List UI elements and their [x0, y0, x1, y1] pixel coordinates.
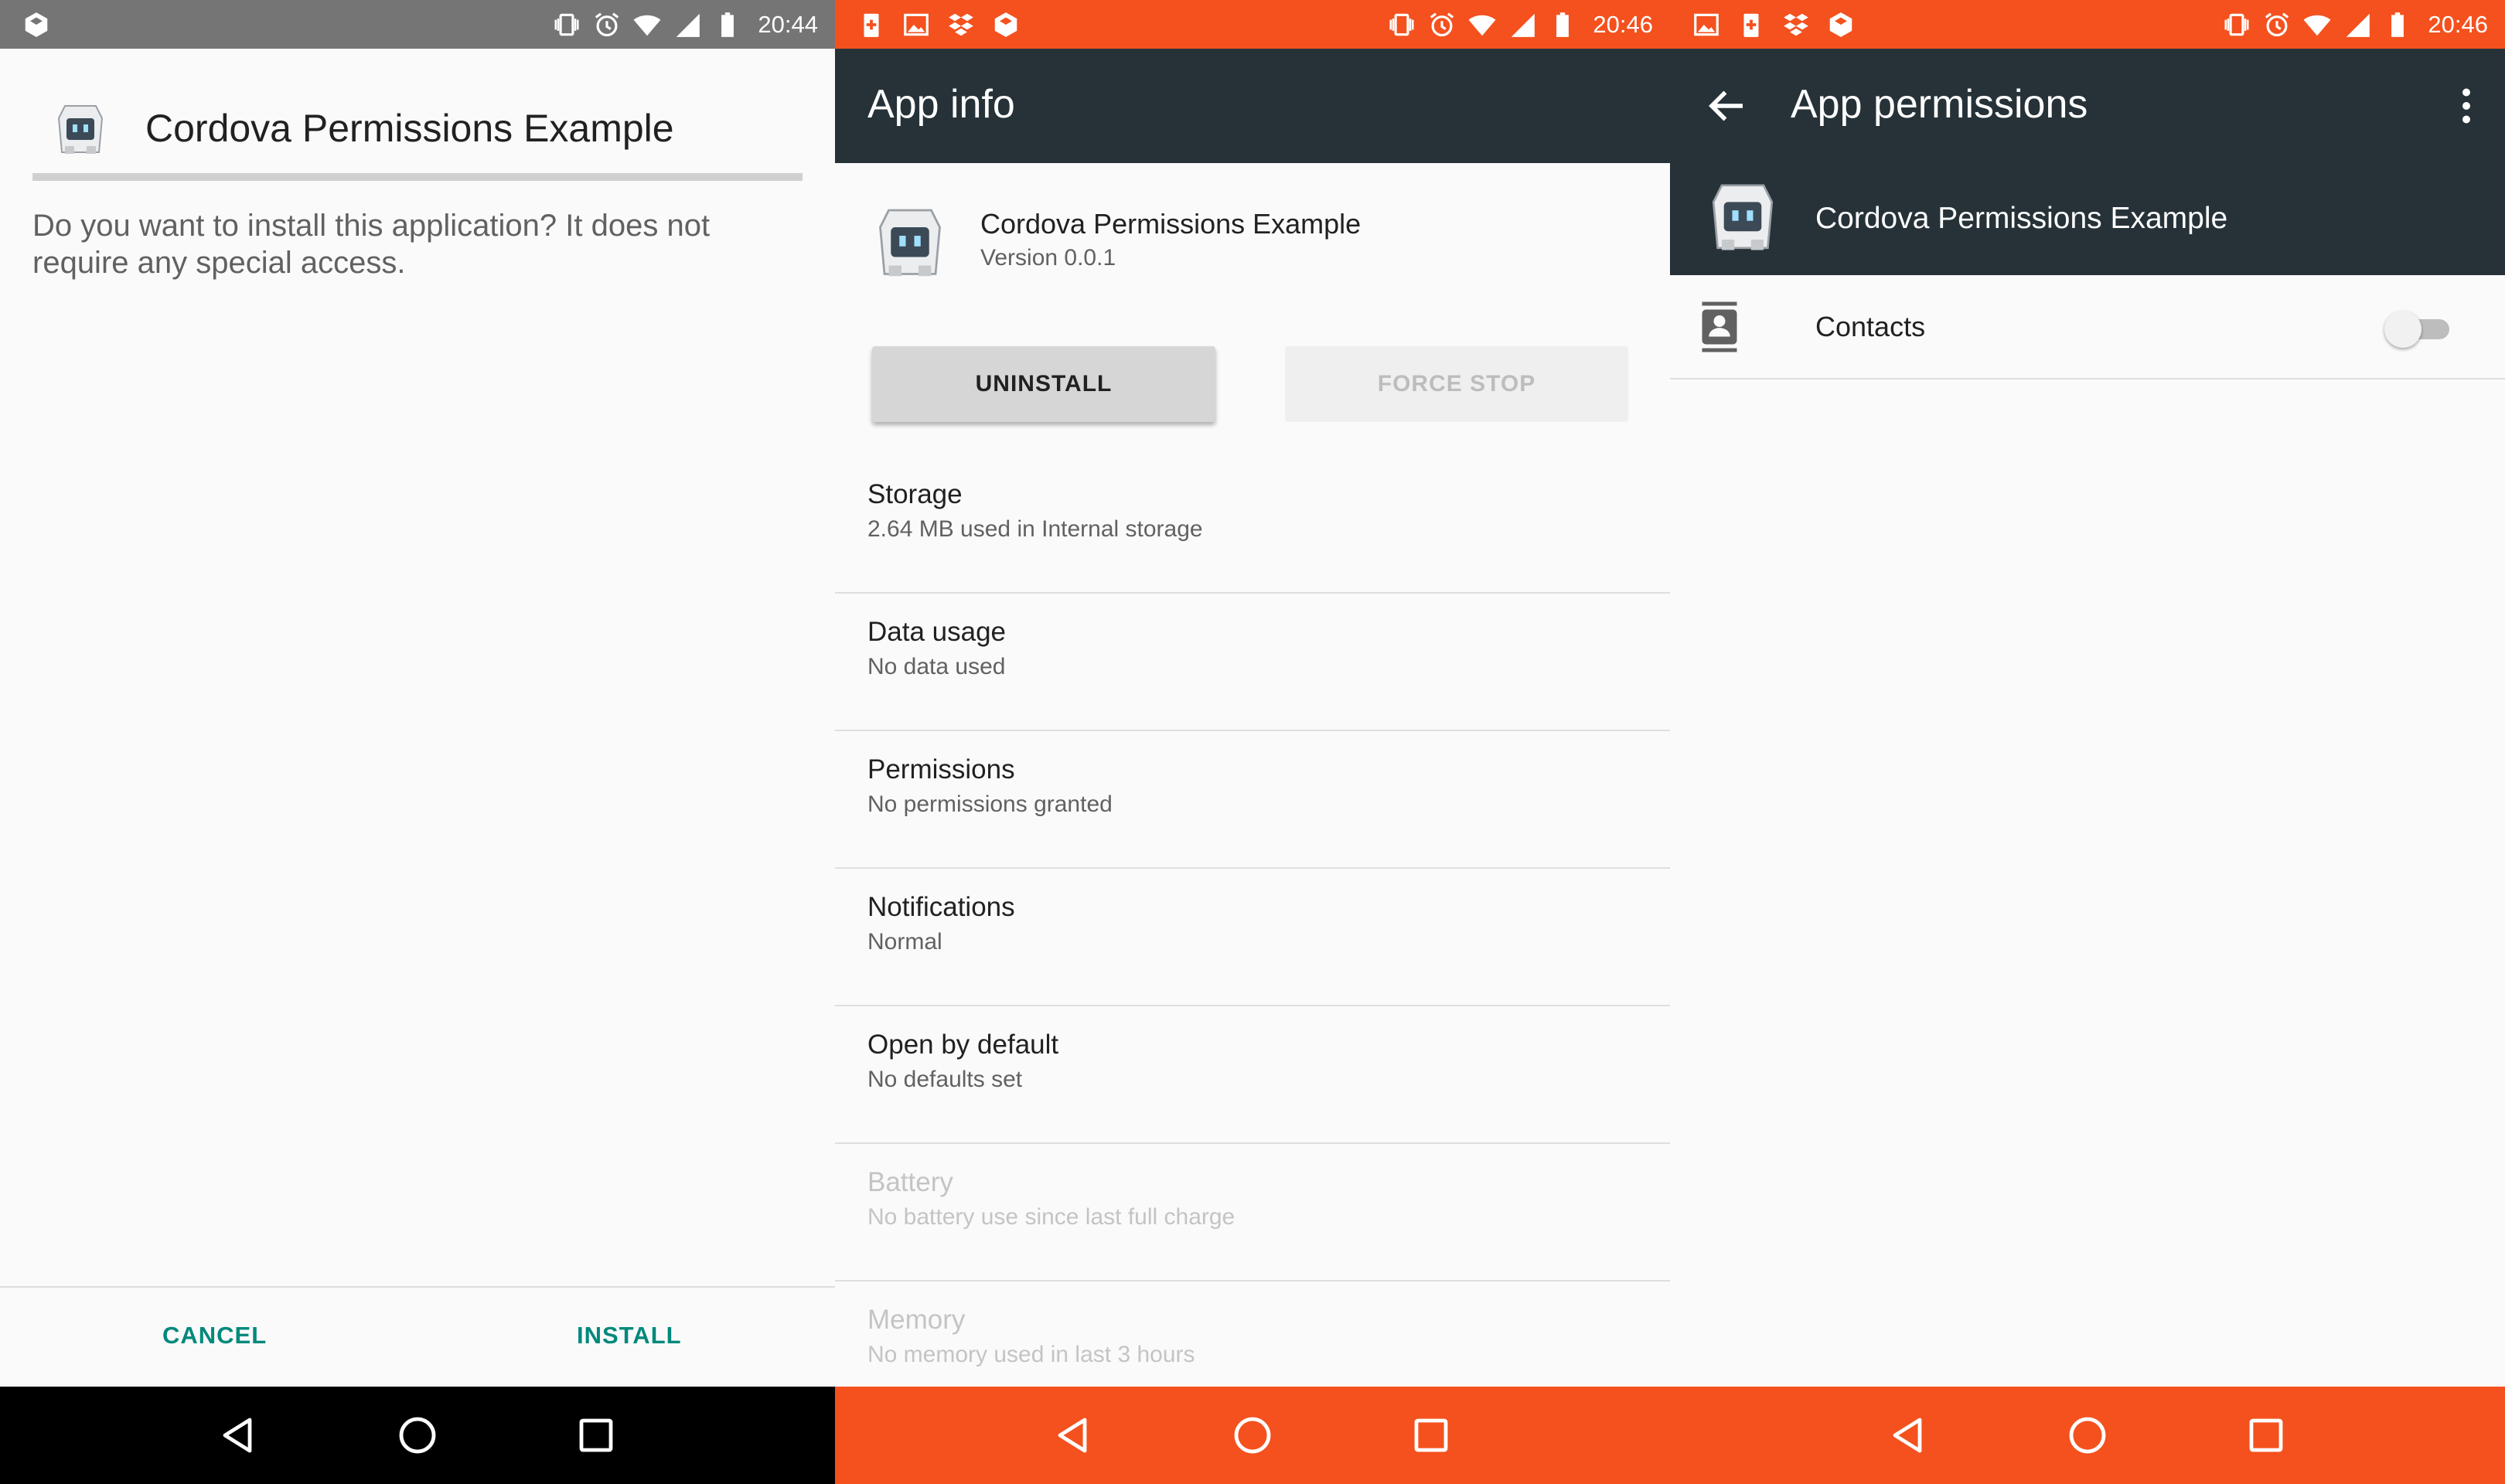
install-message: Do you want to install this application?… — [32, 209, 711, 280]
toolbar: App info — [835, 49, 1670, 163]
navigation-bar — [1670, 1387, 2505, 1484]
app-version: Version 0.0.1 — [980, 245, 1116, 271]
wifi-icon — [2304, 15, 2331, 36]
info-item-subtitle: Normal — [867, 929, 942, 955]
status-time: 20:44 — [758, 10, 818, 38]
status-time: 20:46 — [2428, 10, 2488, 38]
toggle-thumb — [2384, 311, 2422, 348]
cell-signal-icon — [2347, 13, 2370, 37]
app-info-screen: 20:46 App info Cordova Permissions Examp… — [835, 0, 1670, 1484]
info-item-data-usage[interactable]: Data usage No data used — [835, 594, 1670, 731]
cordova-app-icon — [879, 209, 941, 277]
cell-signal-icon — [677, 13, 700, 37]
app-name: Cordova Permissions Example — [980, 208, 1362, 240]
battery-plus-icon — [864, 13, 879, 37]
info-item-permissions[interactable]: Permissions No permissions granted — [835, 731, 1670, 869]
cordova-app-icon — [57, 105, 104, 154]
status-bar: 20:46 — [835, 0, 1670, 49]
info-item-subtitle: No memory used in last 3 hours — [867, 1342, 1195, 1367]
app-name: Cordova Permissions Example — [1815, 202, 2228, 235]
info-item-title: Notifications — [867, 892, 1015, 922]
recents-nav-icon[interactable] — [574, 1414, 618, 1457]
alarm-icon — [1430, 12, 1454, 36]
back-nav-icon[interactable] — [217, 1414, 261, 1457]
info-item-notifications[interactable]: Notifications Normal — [835, 869, 1670, 1006]
uninstall-button[interactable]: UNINSTALL — [872, 346, 1215, 422]
recents-nav-icon[interactable] — [1409, 1414, 1453, 1457]
wifi-icon — [1469, 15, 1496, 36]
info-item-subtitle: No data used — [867, 654, 1006, 679]
toolbar-title: App permissions — [1791, 82, 2088, 127]
status-bar: 20:44 — [0, 0, 835, 49]
footer-divider — [0, 1286, 835, 1288]
cancel-button[interactable]: CANCEL — [162, 1322, 267, 1350]
back-nav-icon[interactable] — [1887, 1414, 1931, 1457]
header-divider — [32, 173, 803, 181]
info-item-subtitle: No defaults set — [867, 1067, 1023, 1092]
back-nav-icon[interactable] — [1052, 1414, 1096, 1457]
divider — [1670, 378, 2505, 380]
info-item-title: Memory — [867, 1305, 966, 1335]
battery-icon — [1556, 12, 1569, 37]
dropbox-icon — [949, 13, 973, 36]
toolbar-title: App info — [867, 82, 1015, 127]
app-notification-icon — [1829, 12, 1852, 37]
installer-header: Cordova Permissions Example — [32, 89, 803, 174]
recents-nav-icon[interactable] — [2244, 1414, 2288, 1457]
info-item-title: Open by default — [867, 1030, 1059, 1060]
vibrate-icon — [554, 13, 579, 36]
wifi-icon — [634, 15, 661, 36]
info-item-title: Storage — [867, 479, 963, 509]
dropbox-icon — [1784, 13, 1808, 36]
back-arrow-icon[interactable] — [1704, 83, 1750, 129]
install-button[interactable]: INSTALL — [577, 1322, 682, 1350]
battery-icon — [721, 12, 734, 37]
app-notification-icon — [25, 12, 48, 37]
home-nav-icon[interactable] — [1231, 1414, 1274, 1457]
alarm-icon — [2265, 12, 2289, 36]
toolbar: App permissions — [1670, 49, 2505, 163]
info-item-subtitle: 2.64 MB used in Internal storage — [867, 516, 1203, 542]
permission-row-contacts[interactable]: Contacts — [1670, 275, 2505, 379]
vibrate-icon — [1389, 13, 1414, 36]
installer-screen: 20:44 Cordova Permissions Example Do you… — [0, 0, 835, 1484]
home-nav-icon[interactable] — [396, 1414, 439, 1457]
info-item-storage[interactable]: Storage 2.64 MB used in Internal storage — [835, 456, 1670, 594]
permission-label: Contacts — [1815, 311, 1926, 342]
status-bar: 20:46 — [1670, 0, 2505, 49]
contacts-toggle[interactable] — [2384, 311, 2449, 348]
info-item-title: Permissions — [867, 754, 1015, 785]
force-stop-button[interactable]: FORCE STOP — [1285, 346, 1628, 422]
navigation-bar — [0, 1387, 835, 1484]
info-item-battery: Battery No battery use since last full c… — [835, 1144, 1670, 1281]
app-notification-icon — [994, 12, 1017, 37]
app-header-row: Cordova Permissions Example Version 0.0.… — [835, 163, 1670, 333]
battery-plus-icon — [1743, 13, 1759, 37]
more-vert-icon[interactable] — [2443, 83, 2490, 129]
permissions-app-header: Cordova Permissions Example — [1670, 163, 2505, 275]
alarm-icon — [595, 12, 619, 36]
info-item-title: Battery — [867, 1167, 953, 1197]
vibrate-icon — [2224, 13, 2249, 36]
cell-signal-icon — [1512, 13, 1535, 37]
contacts-icon — [1702, 301, 1737, 352]
cordova-app-icon — [1712, 184, 1774, 250]
image-icon — [904, 13, 929, 36]
navigation-bar — [835, 1387, 1670, 1484]
info-item-subtitle: No battery use since last full charge — [867, 1204, 1235, 1230]
status-time: 20:46 — [1593, 10, 1653, 38]
app-name: Cordova Permissions Example — [145, 107, 674, 150]
app-permissions-screen: 20:46 App permissions Cordova Permission… — [1670, 0, 2505, 1484]
info-item-title: Data usage — [867, 617, 1007, 647]
info-item-subtitle: No permissions granted — [867, 791, 1113, 817]
image-icon — [1694, 13, 1719, 36]
info-item-open-by-default[interactable]: Open by default No defaults set — [835, 1006, 1670, 1144]
home-nav-icon[interactable] — [2066, 1414, 2109, 1457]
battery-icon — [2391, 12, 2404, 37]
